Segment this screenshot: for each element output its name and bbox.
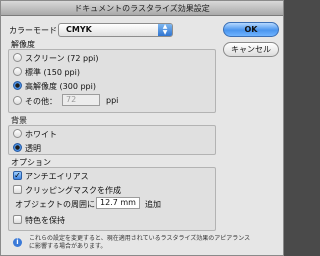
radio-white-label: ホワイト <box>25 130 57 139</box>
info-note: これらの設定を変更すると、現在適用されているラスタライズ効果のアピアランスに影響… <box>29 235 251 250</box>
radio-transparent-label: 透明 <box>25 144 41 153</box>
resolution-group: スクリーン (72 ppi) 標準 (150 ppi) 高解像度 (300 pp… <box>8 49 216 113</box>
cancel-button[interactable]: キャンセル <box>223 42 279 57</box>
padding-input[interactable]: 12.7 mm <box>96 197 140 209</box>
window-title: ドキュメントのラスタライズ効果設定 <box>1 1 283 16</box>
other-ppi-input[interactable]: 72 <box>62 94 100 106</box>
radio-medium-label: 標準 (150 ppi) <box>25 68 80 77</box>
antialias-label: アンチエイリアス <box>25 172 89 181</box>
padding-suffix: 追加 <box>145 200 161 209</box>
radio-other-label: その他： <box>25 97 57 106</box>
ok-button[interactable]: OK <box>223 22 279 37</box>
color-model-dropdown[interactable]: CMYK ▲ ▼ <box>58 23 173 37</box>
radio-white[interactable] <box>13 129 22 138</box>
radio-screen-label: スクリーン (72 ppi) <box>25 54 99 63</box>
antialias-checkbox[interactable]: ✓ <box>13 171 22 180</box>
checkmark-icon: ✓ <box>14 171 21 180</box>
padding-label: オブジェクトの周囲に <box>15 200 95 209</box>
options-group: ✓ アンチエイリアス クリッピングマスクを作成 オブジェクトの周囲に 12.7 … <box>8 167 216 231</box>
preserve-spot-label: 特色を保持 <box>25 216 65 225</box>
preserve-spot-checkbox[interactable] <box>13 215 22 224</box>
chevron-updown-icon: ▲ ▼ <box>158 24 172 36</box>
clipping-mask-label: クリッピングマスクを作成 <box>25 186 121 195</box>
radio-other[interactable] <box>13 96 22 105</box>
clipping-mask-checkbox[interactable] <box>13 185 22 194</box>
radio-high-label: 高解像度 (300 ppi) <box>25 82 96 91</box>
rasterize-effects-dialog: ドキュメントのラスタライズ効果設定 カラーモード： CMYK ▲ ▼ OK キャン… <box>0 0 284 256</box>
color-model-value: CMYK <box>66 25 92 34</box>
color-model-label: カラーモード： <box>9 26 65 35</box>
radio-screen-72[interactable] <box>13 53 22 62</box>
radio-medium-150[interactable] <box>13 67 22 76</box>
background-group: ホワイト 透明 <box>8 125 216 155</box>
other-ppi-unit: ppi <box>106 96 119 105</box>
radio-transparent[interactable] <box>13 143 22 152</box>
radio-high-300[interactable] <box>13 81 22 90</box>
info-icon: i <box>13 238 22 247</box>
